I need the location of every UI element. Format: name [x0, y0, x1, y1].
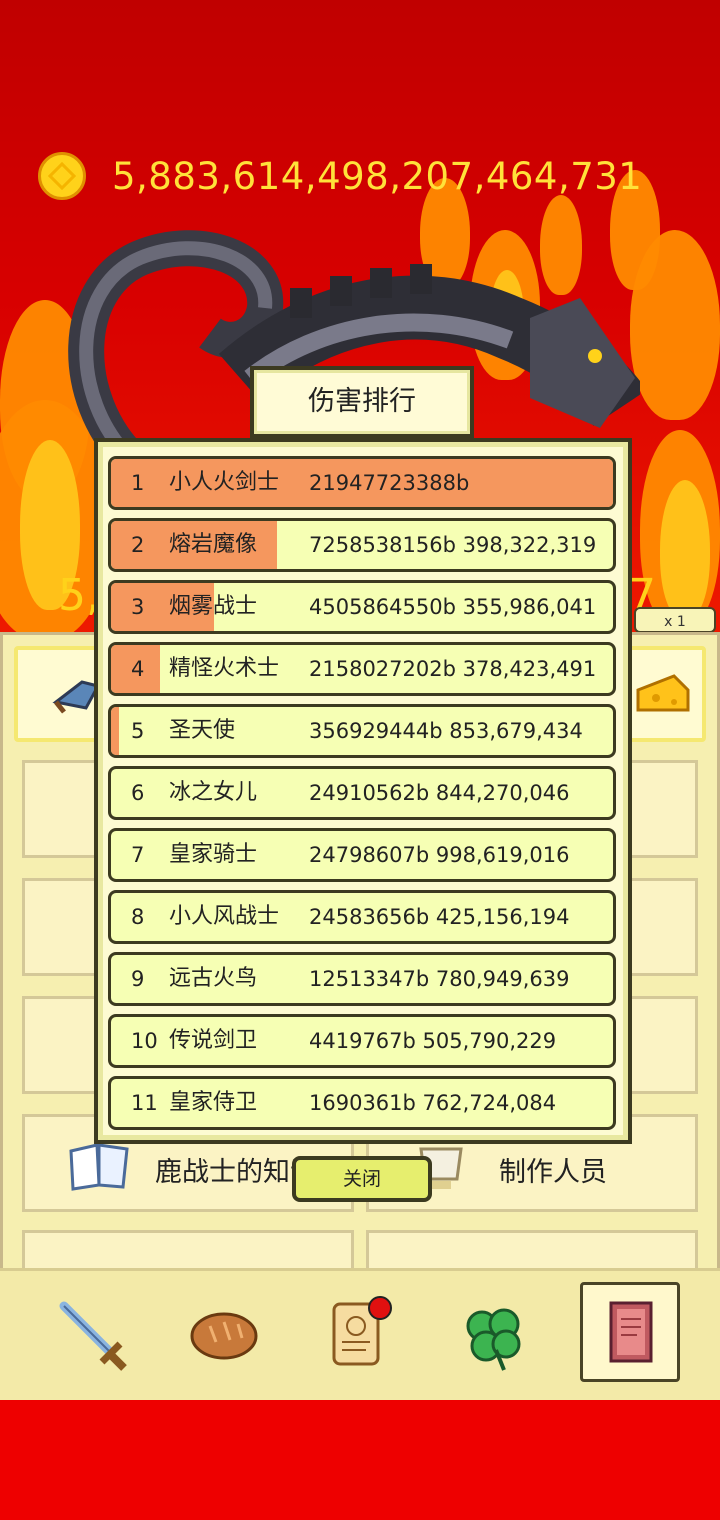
ranking-row: 7 皇家骑士 24798607b 998,619,016	[108, 828, 616, 882]
damage-value: 356929444b 853,679,434	[309, 719, 583, 743]
damage-value: 1690361b 762,724,084	[309, 1091, 557, 1115]
flame-decoration	[660, 480, 710, 620]
damage-value: 24910562b 844,270,046	[309, 781, 570, 805]
damage-value: 24583656b 425,156,194	[309, 905, 570, 929]
scroll-icon	[332, 1296, 392, 1366]
unit-name: 烟雾战士	[169, 594, 258, 619]
close-button[interactable]: 关闭	[292, 1156, 432, 1202]
unit-name: 远古火鸟	[169, 966, 258, 991]
damage-value: 24798607b 998,619,016	[309, 843, 570, 867]
ranking-row: 6 冰之女儿 24910562b 844,270,046	[108, 766, 616, 820]
rank-number: 8	[131, 905, 145, 929]
rank-number: 11	[131, 1091, 158, 1115]
damage-value: 4419767b 505,790,229	[309, 1029, 557, 1053]
rank-number: 1	[131, 471, 145, 495]
damage-bar	[111, 707, 120, 755]
speed-toggle-button[interactable]: x 1	[634, 607, 716, 633]
unit-name: 精怪火术士	[169, 656, 280, 681]
ranking-row: 11 皇家侍卫 1690361b 762,724,084	[108, 1076, 616, 1130]
rank-number: 3	[131, 595, 145, 619]
unit-name: 熔岩魔像	[169, 532, 258, 557]
nav-book-button[interactable]	[580, 1282, 680, 1382]
notification-badge	[368, 1296, 392, 1320]
ranking-row: 4 精怪火术士 2158027202b 378,423,491	[108, 642, 616, 696]
clover-icon	[466, 1308, 521, 1371]
currency-value: 5,883,614,498,207,464,731	[112, 154, 643, 198]
rank-number: 6	[131, 781, 145, 805]
ranking-row: 10 传说剑卫 4419767b 505,790,229	[108, 1014, 616, 1068]
ranking-row: 2 熔岩魔像 7258538156b 398,322,319	[108, 518, 616, 572]
ranking-title: 伤害排行	[250, 366, 474, 438]
rank-number: 4	[131, 657, 145, 681]
nav-quest-scroll-button[interactable]	[312, 1290, 408, 1380]
open-book-icon	[69, 1143, 129, 1191]
damage-value: 4505864550b 355,986,041	[309, 595, 597, 619]
ranking-row: 1 小人火剑士 21947723388b	[108, 456, 616, 510]
ranking-row: 3 烟雾战士 4505864550b 355,986,041	[108, 580, 616, 634]
unit-name: 圣天使	[169, 718, 236, 743]
sword-icon	[59, 1301, 127, 1371]
nav-bread-button[interactable]	[176, 1290, 272, 1380]
ranking-row: 8 小人风战士 24583656b 425,156,194	[108, 890, 616, 944]
rank-number: 5	[131, 719, 145, 743]
credits-label: 制作人员	[499, 1157, 607, 1188]
unit-name: 小人风战士	[169, 904, 280, 929]
unit-name: 冰之女儿	[169, 780, 258, 805]
book-icon	[609, 1301, 653, 1363]
bottom-fire-strip	[0, 1400, 720, 1520]
nav-sword-button[interactable]	[44, 1290, 140, 1380]
flame-decoration	[630, 230, 720, 420]
nav-clover-button[interactable]	[446, 1290, 542, 1380]
ranking-row: 9 远古火鸟 12513347b 780,949,639	[108, 952, 616, 1006]
ranking-row: 5 圣天使 356929444b 853,679,434	[108, 704, 616, 758]
rank-number: 2	[131, 533, 145, 557]
unit-name: 皇家骑士	[169, 842, 258, 867]
unit-name: 传说剑卫	[169, 1028, 258, 1053]
damage-value: 21947723388b	[309, 471, 470, 495]
damage-value: 7258538156b 398,322,319	[309, 533, 597, 557]
rank-number: 7	[131, 843, 145, 867]
unit-name: 皇家侍卫	[169, 1090, 258, 1115]
gold-coin-icon	[38, 152, 86, 200]
damage-value: 2158027202b 378,423,491	[309, 657, 597, 681]
damage-value: 12513347b 780,949,639	[309, 967, 570, 991]
unit-name: 小人火剑士	[169, 470, 280, 495]
cheese-icon	[636, 674, 690, 712]
rank-number: 9	[131, 967, 145, 991]
bread-icon	[190, 1312, 258, 1360]
rank-number: 10	[131, 1029, 158, 1053]
currency-display: 5,883,614,498,207,464,731	[38, 150, 642, 202]
